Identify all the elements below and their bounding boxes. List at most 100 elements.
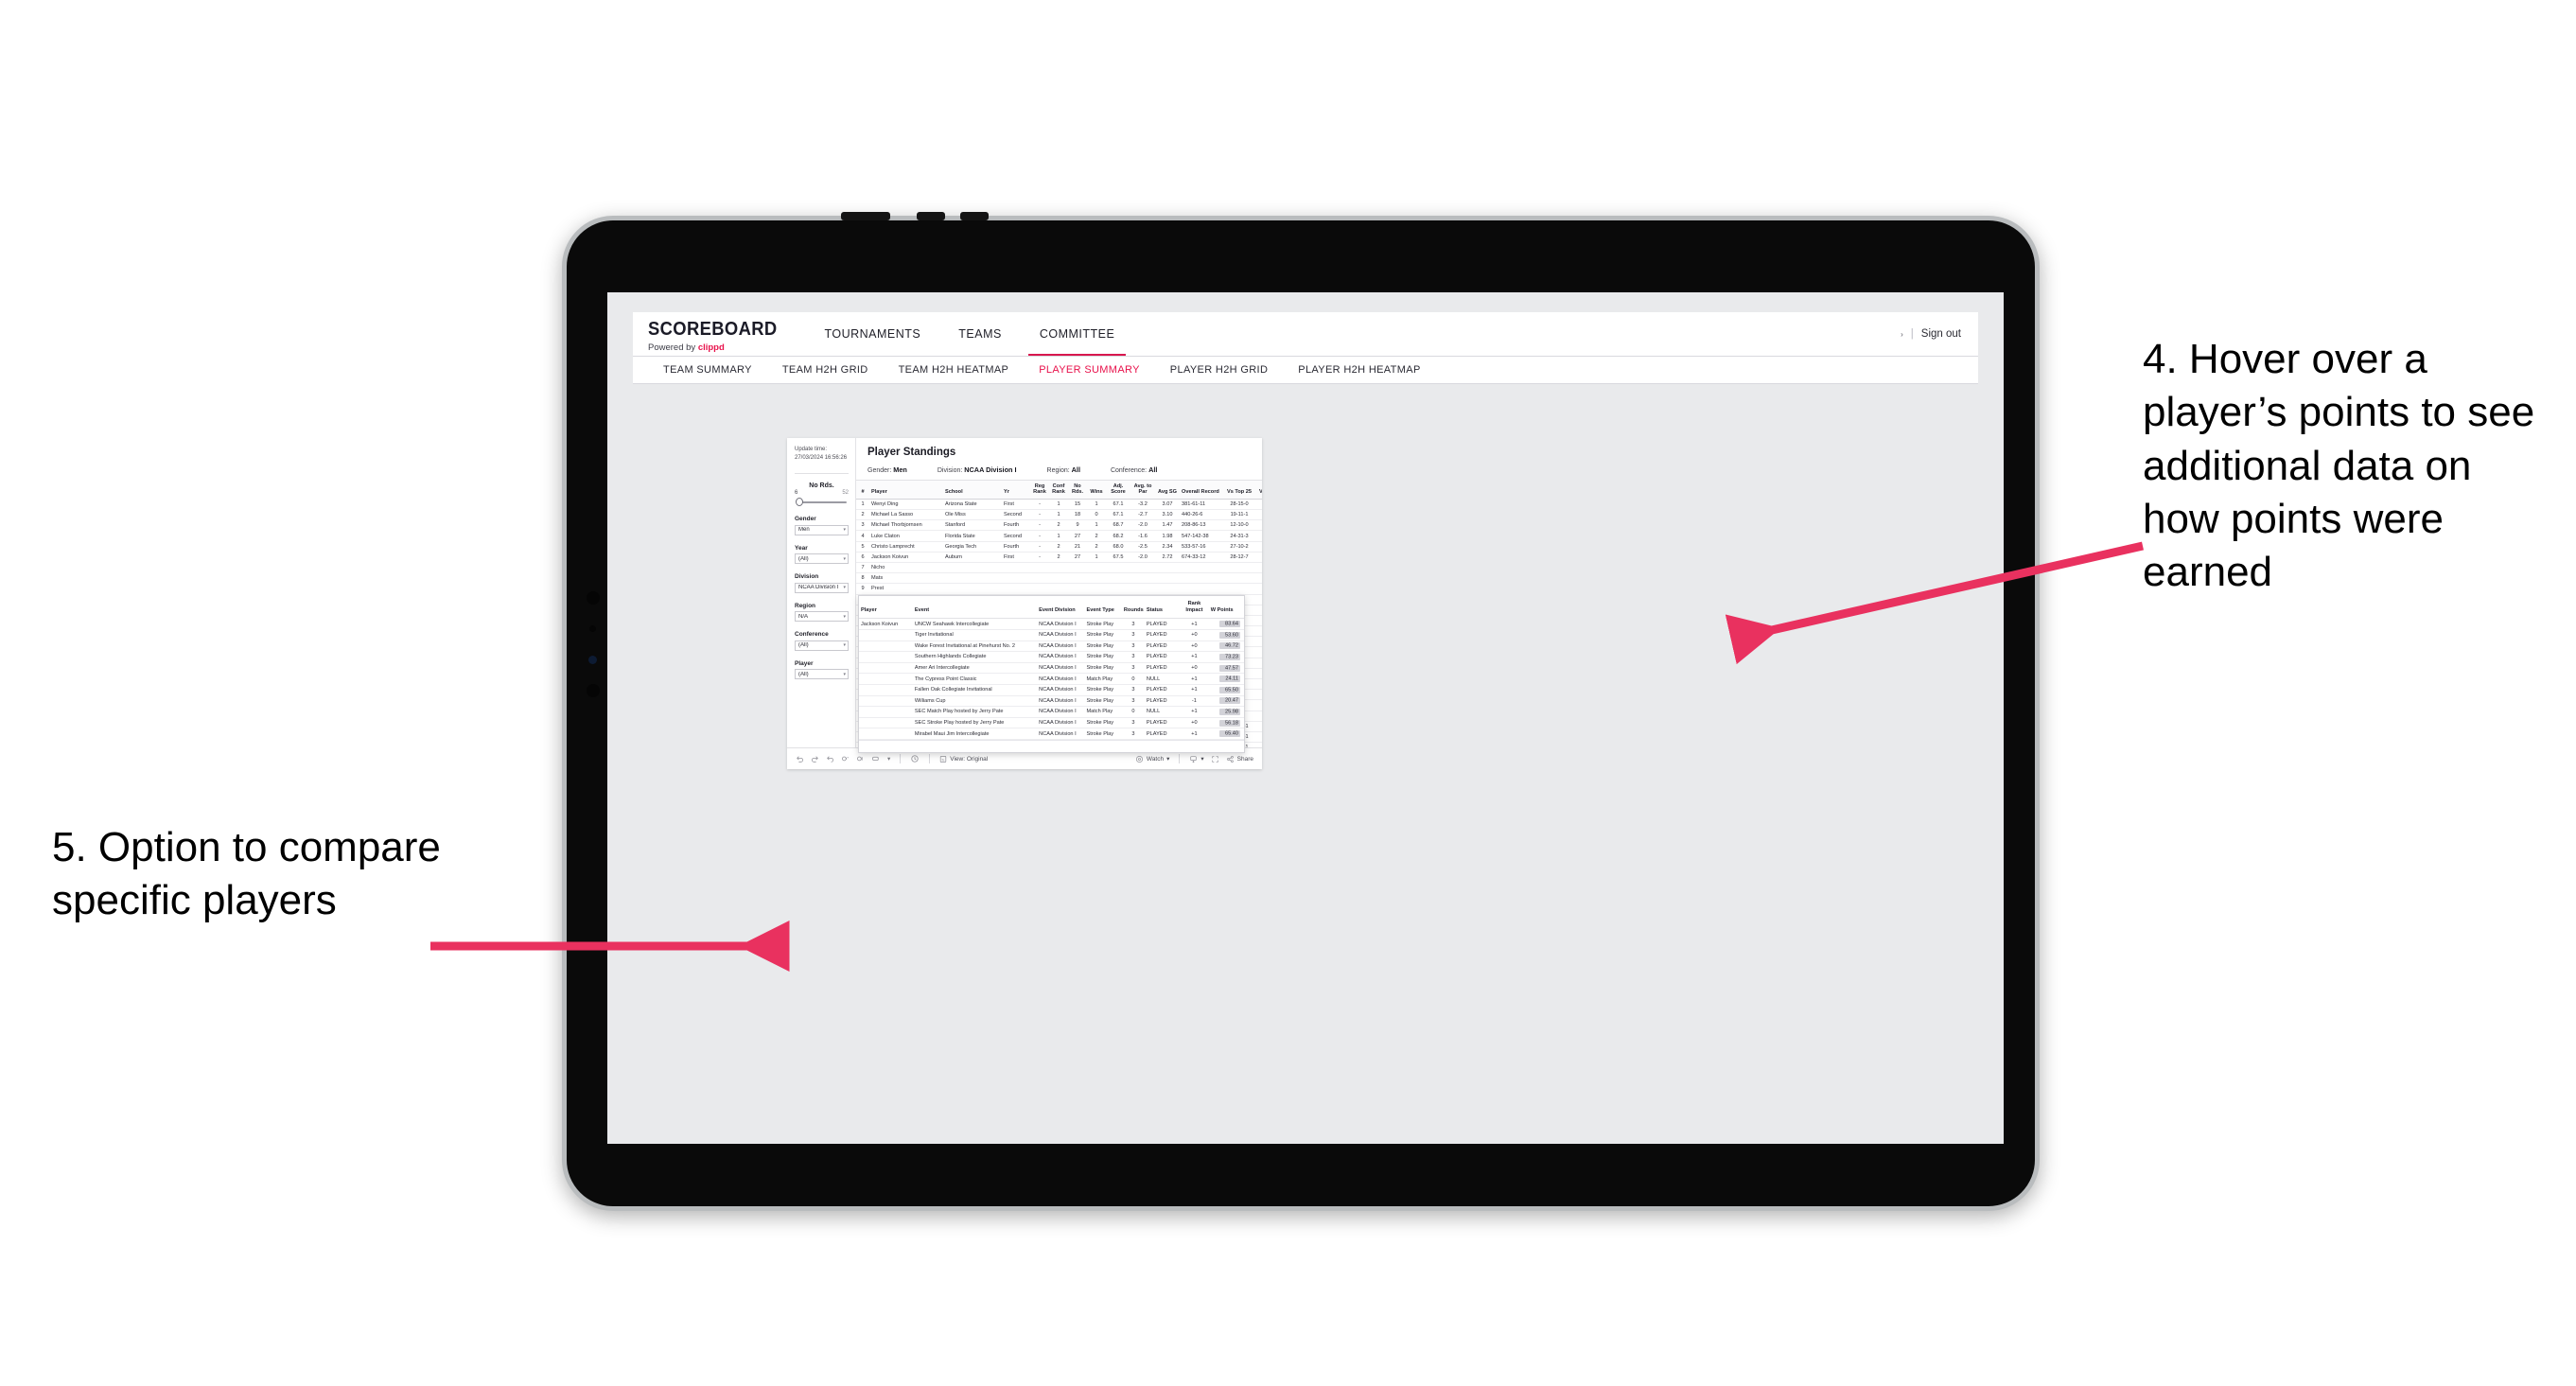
col-adj-score[interactable]: Adj. Score [1106,480,1130,500]
refresh-icon[interactable] [841,755,850,763]
redo-icon[interactable] [811,755,819,763]
tooltip-row: Amer Ari Intercollegiate NCAA Division IS… [859,662,1244,675]
col-yr[interactable]: Yr [1002,480,1030,500]
col-vs-top-50[interactable]: Vs Top 50 [1255,480,1262,500]
row-yr: Fourth [1002,519,1030,532]
table-row[interactable]: 6 Jackson Koivun Auburn First -2 27 1 67.5 -2.0 2… [856,552,1262,563]
tooltip-event-type: Stroke Play [1084,629,1122,641]
sign-out-link[interactable]: Sign out [1921,328,1961,340]
tooltip-event: Mirabel Maui Jim Intercollegiate [912,728,1038,740]
col-conf-rank[interactable]: Conf Rank [1049,480,1068,500]
header-divider: | [1910,328,1914,340]
meta-conference-label: Conference: [1110,467,1148,474]
subnav-item-team-h2h-grid[interactable]: TEAM H2H GRID [767,364,884,376]
col-player[interactable]: Player [869,480,943,500]
no-rounds-max: 52 [842,490,849,496]
tooltip-status: PLAYED [1144,629,1181,641]
filter-conference-value: (All) [798,642,809,648]
row-avg-sg [1155,562,1180,574]
chevron-down-icon: ▾ [843,613,846,620]
row-vs-top-50 [1255,583,1262,595]
row-yr [1002,572,1030,585]
tooltip-player [859,651,913,663]
no-rounds-slider[interactable] [795,498,849,506]
col-school[interactable]: School [943,480,1002,500]
filter-division-value: NCAA Division I [798,585,839,590]
col-avg-sg[interactable]: Avg SG [1155,480,1180,500]
device-preview-icon[interactable] [871,755,881,763]
col-overall-record[interactable]: Overall Record [1180,480,1223,500]
fullscreen-icon[interactable] [1211,755,1219,763]
watch-button[interactable]: Watch ▾ [1135,755,1169,763]
table-row[interactable]: 8 Mats [856,572,1262,585]
tooltip-w-points: 56.18 [1208,717,1244,729]
filter-region-select[interactable]: N/A ▾ [795,611,849,622]
row-vs-top-50: 50-16-8 [1255,552,1262,563]
filter-division-select[interactable]: NCAA Division I ▾ [795,582,849,593]
tt-col-event-type: Event Type [1084,596,1122,620]
subnav-item-player-h2h-grid[interactable]: PLAYER H2H GRID [1155,364,1283,376]
row-no-rds: 18 [1068,509,1087,521]
powered-by-text: Powered by [648,342,698,353]
no-rounds-min: 6 [795,490,798,496]
col-avg-to-par[interactable]: Avg. to Par [1130,480,1155,500]
filter-division: Division NCAA Division I ▾ [795,573,849,593]
account-chevron-icon[interactable]: › [1901,330,1903,339]
subnav-item-player-summary[interactable]: PLAYER SUMMARY [1024,364,1155,376]
history-icon[interactable] [910,754,920,763]
tooltip-status: PLAYED [1144,651,1181,663]
view-selector[interactable]: View: Original [939,755,988,763]
col-reg-rank[interactable]: Reg Rank [1030,480,1049,500]
table-row[interactable]: 3 Michael Thorbjornsen Stanford Fourth -2 9 1 6… [856,519,1262,532]
tooltip-rank-impact: +1 [1180,673,1209,685]
row-vs-top-50 [1255,711,1262,722]
revert-icon[interactable] [826,755,834,763]
w-points-chip: 53.60 [1219,631,1240,639]
subnav-item-player-h2h-heatmap[interactable]: PLAYER H2H HEATMAP [1283,364,1435,376]
subnav-item-team-h2h-heatmap[interactable]: TEAM H2H HEATMAP [884,364,1025,376]
table-row[interactable]: 7 Nicho [856,562,1262,574]
tooltip-event: SEC Match Play hosted by Jerry Pate [912,706,1038,718]
share-button[interactable]: Share [1226,755,1253,763]
table-row[interactable]: 9 Prest [856,583,1262,595]
nav-item-teams[interactable]: TEAMS [939,312,1021,356]
row-vs-top-50 [1255,636,1262,648]
row-avg-sg: 2.34 [1155,541,1180,553]
col-wins[interactable]: Wins [1087,480,1106,500]
nav-item-committee[interactable]: COMMITTEE [1021,312,1134,356]
tooltip-player [859,640,913,653]
pause-updates-icon[interactable] [856,755,865,763]
table-row[interactable]: 2 Michael La Sasso Ole Miss Second -1 18 0 67.1… [856,509,1262,521]
row-yr: Fourth [1002,541,1030,553]
table-row[interactable]: 5 Christo Lamprecht Georgia Tech Fourth -2 21… [856,541,1262,553]
annotation-5-arrow [430,921,790,972]
w-points-chip: 20.47 [1219,697,1240,705]
subnav-item-team-summary[interactable]: TEAM SUMMARY [648,364,767,376]
chevron-down-icon: ▾ [1166,756,1170,763]
tt-col-status: Status [1144,596,1181,620]
filter-year-select[interactable]: (All) ▾ [795,553,849,564]
row-avg-sg: 2.72 [1155,552,1180,563]
filter-player-select[interactable]: (All) ▾ [795,669,849,679]
chevron-down-icon[interactable]: ▾ [887,755,890,763]
slider-handle[interactable] [796,498,803,506]
col-vs-top-25[interactable]: Vs Top 25 [1223,480,1255,500]
col-no-rds[interactable]: No Rds. [1068,480,1087,500]
download-icon [1189,755,1198,763]
col-rank[interactable]: # [856,480,869,500]
download-button[interactable]: ▾ [1189,755,1204,763]
row-wins: 2 [1087,530,1106,542]
table-row[interactable]: 1 Wenyi Ding Arizona State First -1 15 1 67.1 -3… [856,499,1262,511]
undo-icon[interactable] [796,755,804,763]
table-row[interactable]: 4 Luke Claton Florida State Second -1 27 2 68.2… [856,530,1262,542]
row-vs-top-50 [1255,646,1262,658]
row-vs-top-25 [1223,562,1255,574]
row-player: Wenyi Ding [869,499,943,511]
brand-logo[interactable]: SCOREBOARD Powered by clippd [633,312,805,356]
filter-conference-select[interactable]: (All) ▾ [795,640,849,651]
row-school [943,562,1002,574]
chevron-down-icon: ▾ [843,642,846,648]
tooltip-rank-impact: +0 [1180,640,1209,653]
filter-gender-select[interactable]: Men ▾ [795,524,849,535]
nav-item-tournaments[interactable]: TOURNAMENTS [805,312,939,356]
